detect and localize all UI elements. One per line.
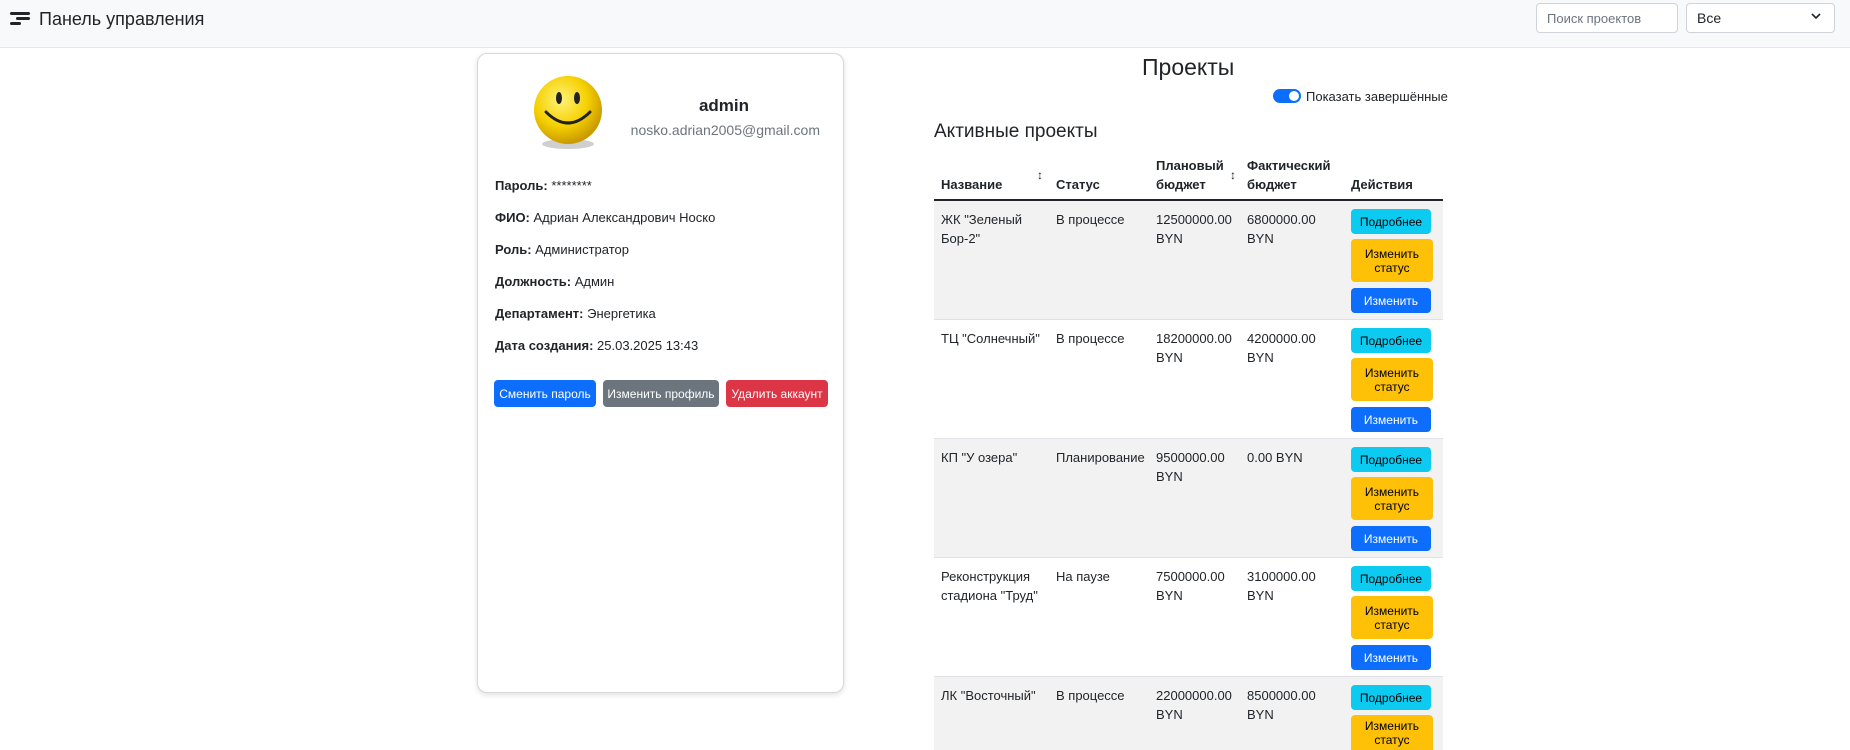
project-status: На паузе <box>1056 569 1110 584</box>
chevron-down-icon <box>1810 10 1822 25</box>
search-input[interactable] <box>1536 3 1678 33</box>
edit-project-button[interactable]: Изменить <box>1351 645 1431 670</box>
change-status-button[interactable]: Изменить статус <box>1351 477 1433 520</box>
project-planned-budget: 12500000.00 BYN <box>1156 212 1232 246</box>
delete-account-button[interactable]: Удалить аккаунт <box>726 380 828 407</box>
table-row: Реконструкция стадиона "Труд" На паузе 7… <box>934 558 1443 677</box>
column-status-header: Статус <box>1056 177 1100 192</box>
sort-icon[interactable]: ↕ <box>1230 168 1236 182</box>
table-row: ЛК "Восточный" В процессе 22000000.00 BY… <box>934 677 1443 750</box>
project-name: ТЦ "Солнечный" <box>941 331 1040 346</box>
filter-value: Все <box>1697 10 1722 26</box>
project-planned-budget: 9500000.00 BYN <box>1156 450 1225 484</box>
table-row: ТЦ "Солнечный" В процессе 18200000.00 BY… <box>934 320 1443 439</box>
brand-title[interactable]: Панель управления <box>39 9 204 30</box>
project-name: КП "У озера" <box>941 450 1018 465</box>
info-password: Пароль: ******** <box>495 178 592 193</box>
project-status: В процессе <box>1056 688 1125 703</box>
column-name-header[interactable]: Название <box>941 175 1002 194</box>
projects-title: Проекты <box>1142 54 1235 80</box>
project-actual-budget: 6800000.00 BYN <box>1247 212 1316 246</box>
column-actions-header: Действия <box>1351 177 1413 192</box>
status-filter-select[interactable]: Все <box>1686 3 1835 33</box>
info-position: Должность: Админ <box>495 274 615 289</box>
sort-icon[interactable]: ↕ <box>1037 168 1043 182</box>
project-planned-budget: 22000000.00 BYN <box>1156 688 1232 722</box>
profile-card: admin nosko.adrian2005@gmail.com Пароль:… <box>477 53 844 693</box>
project-status: Планирование <box>1056 450 1145 465</box>
change-status-button[interactable]: Изменить статус <box>1351 239 1433 282</box>
project-status: В процессе <box>1056 212 1125 227</box>
change-status-button[interactable]: Изменить статус <box>1351 358 1433 401</box>
edit-profile-button[interactable]: Изменить профиль <box>603 380 719 407</box>
project-name: ЛК "Восточный" <box>941 688 1036 703</box>
change-password-button[interactable]: Сменить пароль <box>494 380 596 407</box>
project-actual-budget: 8500000.00 BYN <box>1247 688 1316 722</box>
details-button[interactable]: Подробнее <box>1351 209 1431 234</box>
show-completed-toggle[interactable] <box>1273 89 1301 103</box>
column-actual-budget-header: Фактический бюджет <box>1247 158 1331 192</box>
edit-project-button[interactable]: Изменить <box>1351 407 1431 432</box>
project-name: Реконструкция стадиона "Труд" <box>941 569 1038 603</box>
info-role: Роль: Администратор <box>495 242 629 257</box>
project-actual-budget: 3100000.00 BYN <box>1247 569 1316 603</box>
profile-username: admin <box>698 96 750 115</box>
column-planned-budget-header[interactable]: Плановый бюджет <box>1156 156 1231 194</box>
show-completed-label[interactable]: Показать завершённые <box>1306 89 1448 104</box>
details-button[interactable]: Подробнее <box>1351 566 1431 591</box>
details-button[interactable]: Подробнее <box>1351 685 1431 710</box>
info-created-date: Дата создания: 25.03.2025 13:43 <box>495 338 699 353</box>
project-name: ЖК "Зеленый Бор-2" <box>941 212 1023 246</box>
info-full-name: ФИО: Адриан Александрович Носко <box>495 210 716 225</box>
table-row: ЖК "Зеленый Бор-2" В процессе 12500000.0… <box>934 201 1443 320</box>
menu-icon[interactable] <box>10 12 30 26</box>
edit-project-button[interactable]: Изменить <box>1351 288 1431 313</box>
table-row: КП "У озера" Планирование 9500000.00 BYN… <box>934 439 1443 558</box>
top-navbar: Панель управления Все <box>0 0 1850 48</box>
project-actual-budget: 4200000.00 BYN <box>1247 331 1316 365</box>
project-actual-budget: 0.00 BYN <box>1247 450 1303 465</box>
change-status-button[interactable]: Изменить статус <box>1351 596 1433 639</box>
edit-project-button[interactable]: Изменить <box>1351 526 1431 551</box>
details-button[interactable]: Подробнее <box>1351 328 1431 353</box>
project-status: В процессе <box>1056 331 1125 346</box>
project-planned-budget: 18200000.00 BYN <box>1156 331 1232 365</box>
info-department: Департамент: Энергетика <box>495 306 656 321</box>
project-planned-budget: 7500000.00 BYN <box>1156 569 1225 603</box>
details-button[interactable]: Подробнее <box>1351 447 1431 472</box>
table-header: Название ↕ Статус Плановый бюджет ↕ Факт… <box>934 153 1443 201</box>
active-projects-title: Активные проекты <box>934 121 1098 142</box>
profile-email: nosko.adrian2005@gmail.com <box>630 122 820 138</box>
smiley-avatar-icon <box>530 74 606 150</box>
change-status-button[interactable]: Изменить статус <box>1351 715 1433 750</box>
